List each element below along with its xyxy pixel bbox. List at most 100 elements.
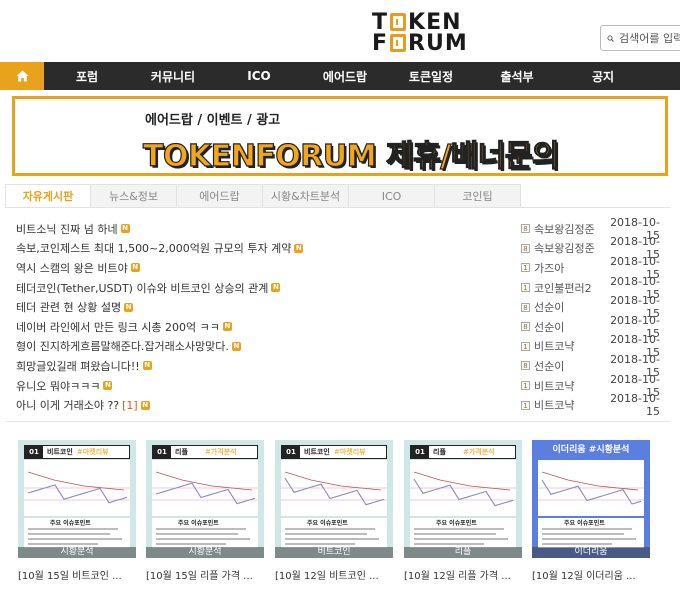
- post-title-wrap[interactable]: 비트소닉 진짜 넘 하네 N: [16, 221, 521, 237]
- post-row[interactable]: 네이버 라인에서 만든 링크 시총 200억 ㅋㅋ N 8 선순이 2018-10-15: [16, 314, 660, 340]
- thumb-caption: 시황분석: [146, 547, 264, 558]
- ad-banner[interactable]: 에어드랍 / 이벤트 / 광고 TOKENFORUM 제휴/배너문의: [12, 96, 668, 176]
- logo-row-1: T KEN: [372, 12, 468, 34]
- thumb-hashtag: #가격분석: [463, 448, 495, 456]
- tokenforum-logo[interactable]: T KEN F RUM: [372, 12, 468, 56]
- post-title[interactable]: 희망글있길래 펴왔습니다!!: [16, 358, 140, 374]
- post-title[interactable]: 유니오 뭐야ㅋㅋㅋ: [16, 378, 100, 394]
- tab-ico[interactable]: ICO: [349, 184, 435, 208]
- post-author[interactable]: 비트코냑: [534, 397, 600, 413]
- post-title[interactable]: 속보,코인제스트 최대 1,500~2,000억원 규모의 투자 계약: [16, 240, 291, 256]
- post-title[interactable]: 테더코인(Tether,USDT) 이슈와 비트코인 상승의 관계: [16, 280, 268, 296]
- nav-item-community[interactable]: 커뮤니티: [130, 62, 216, 90]
- gallery-card[interactable]: 01 비트코인 #마켓리뷰 주요 이슈포인트 비트코인 [10월 12일 비트코인 ...: [275, 440, 393, 582]
- main-nav: 포럼 커뮤니티 ICO 에어드랍 토큰일정 출석부 공지: [0, 62, 680, 90]
- search-box[interactable]: [600, 25, 680, 51]
- new-badge-icon: N: [124, 302, 134, 312]
- post-author[interactable]: 가즈아: [534, 260, 600, 276]
- post-author[interactable]: 속보왕김정준: [534, 221, 600, 237]
- thumb-tag: 비트코인: [304, 448, 330, 456]
- thumb-hashtag: #마켓리뷰: [77, 448, 109, 456]
- gallery-thumbnail[interactable]: 01 비트코인 #마켓리뷰 주요 이슈포인트 비트코인: [275, 440, 393, 558]
- thumb-hashtag: #마켓리뷰: [334, 448, 366, 456]
- gallery-title[interactable]: [10월 15일 리플 가격 ...: [146, 567, 264, 582]
- new-badge-icon: N: [120, 224, 130, 234]
- post-author[interactable]: 비트코냑: [534, 338, 600, 354]
- post-title-wrap[interactable]: 속보,코인제스트 최대 1,500~2,000억원 규모의 투자 계약 N: [16, 240, 521, 256]
- post-title[interactable]: 아니 이게 거래소야 ??: [16, 397, 119, 413]
- post-title[interactable]: 비트소닉 진짜 넘 하네: [16, 221, 118, 237]
- post-title-wrap[interactable]: 유니오 뭐야ㅋㅋㅋ N: [16, 378, 521, 394]
- nav-item-token-schedule[interactable]: 토큰일정: [388, 62, 474, 90]
- gallery-card[interactable]: 01 리플 #가격분석 주요 이슈포인트 리플 [10월 12일 리플 가격 ...: [404, 440, 522, 582]
- post-title-wrap[interactable]: 테더 관련 현 상황 설명 N: [16, 299, 521, 315]
- thumb-hashtag: #가격분석: [205, 448, 237, 456]
- post-author[interactable]: 선순이: [534, 319, 600, 335]
- logo-o-mark-icon: [390, 34, 407, 52]
- post-row[interactable]: 아니 이게 거래소야 ?? [1] N 1 비트코냑 2018-10-15: [16, 392, 660, 419]
- nav-item-notice[interactable]: 공지: [560, 62, 646, 90]
- post-title-wrap[interactable]: 희망글있길래 펴왔습니다!! N: [16, 358, 521, 374]
- thumb-text-line: [542, 528, 632, 530]
- gallery-thumbnail[interactable]: 이더리움 #시황분석 주요 이슈포인트 이더리움: [532, 440, 650, 558]
- post-title-wrap[interactable]: 역시 스캠의 왕은 비트야 N: [16, 260, 521, 276]
- post-row[interactable]: 역시 스캠의 왕은 비트야 N 1 가즈아 2018-10-15: [16, 255, 660, 281]
- thumb-info-panel: 주요 이슈포인트: [281, 518, 387, 548]
- post-title-wrap[interactable]: 테더코인(Tether,USDT) 이슈와 비트코인 상승의 관계 N: [16, 280, 521, 296]
- thumb-text-line: [285, 543, 355, 545]
- post-row[interactable]: 유니오 뭐야ㅋㅋㅋ N 1 비트코냑 2018-10-15: [16, 373, 660, 399]
- nav-item-forum[interactable]: 포럼: [44, 62, 130, 90]
- gallery-thumbnail[interactable]: 01 리플 #가격분석 주요 이슈포인트 시황분석: [146, 440, 264, 558]
- post-author[interactable]: 선순이: [534, 299, 600, 315]
- post-row[interactable]: 테더 관련 현 상황 설명 N 8 선순이 2018-10-15: [16, 294, 660, 320]
- post-author[interactable]: 코인불편러2: [534, 280, 600, 296]
- gallery-card[interactable]: 01 비트코인 #마켓리뷰 주요 이슈포인트 시황분석 [10월 15일 비트코인 ...: [18, 440, 136, 582]
- tab-free-board[interactable]: 자유게시판: [5, 184, 91, 208]
- gallery-title[interactable]: [10월 15일 비트코인 ...: [18, 567, 136, 582]
- post-title-wrap[interactable]: 형이 진지하게흐름말해준다.잡거래소사망맞다. N: [16, 338, 521, 354]
- tab-coin-tips[interactable]: 코인팁: [435, 184, 521, 208]
- search-icon: [607, 35, 614, 42]
- post-author[interactable]: 비트코냑: [534, 378, 600, 394]
- post-title[interactable]: 형이 진지하게흐름말해준다.잡거래소사망맞다.: [16, 338, 229, 354]
- post-author[interactable]: 속보왕김정준: [534, 240, 600, 256]
- user-level-icon: 1: [521, 263, 530, 273]
- user-level-icon: 8: [521, 361, 530, 371]
- nav-item-airdrop[interactable]: 에어드랍: [302, 62, 388, 90]
- post-title[interactable]: 역시 스캠의 왕은 비트야: [16, 260, 128, 276]
- gallery-title[interactable]: [10월 12일 이더리움 ...: [532, 567, 650, 582]
- gallery-thumbnail[interactable]: 01 비트코인 #마켓리뷰 주요 이슈포인트 시황분석: [18, 440, 136, 558]
- logo-row-2: F RUM: [372, 31, 468, 56]
- nav-item-ico[interactable]: ICO: [216, 62, 302, 90]
- site-header: T KEN F RUM: [0, 0, 680, 62]
- post-row[interactable]: 희망글있길래 펴왔습니다!! N 8 선순이 2018-10-15: [16, 353, 660, 379]
- post-title[interactable]: 네이버 라인에서 만든 링크 시총 200억 ㅋㅋ: [16, 319, 220, 335]
- gallery-thumbnail[interactable]: 01 리플 #가격분석 주요 이슈포인트 리플: [404, 440, 522, 558]
- gallery-title[interactable]: [10월 12일 비트코인 ...: [275, 567, 393, 582]
- post-row[interactable]: 비트소닉 진짜 넘 하네 N 8 속보왕김정준 2018-10-15: [16, 216, 660, 242]
- post-title-wrap[interactable]: 네이버 라인에서 만든 링크 시총 200억 ㅋㅋ N: [16, 319, 521, 335]
- post-row[interactable]: 속보,코인제스트 최대 1,500~2,000억원 규모의 투자 계약 N 8 속보왕…: [16, 235, 660, 261]
- post-date: 2018-10-15: [610, 392, 660, 419]
- thumb-info-label: 주요 이슈포인트: [564, 520, 605, 527]
- tab-market-analysis[interactable]: 시황&차트분석: [263, 184, 349, 208]
- gallery-title[interactable]: [10월 12일 리플 가격 ...: [404, 567, 522, 582]
- post-author[interactable]: 선순이: [534, 358, 600, 374]
- post-row[interactable]: 형이 진지하게흐름말해준다.잡거래소사망맞다. N 1 비트코냑 2018-10-15: [16, 333, 660, 359]
- gallery-card[interactable]: 이더리움 #시황분석 주요 이슈포인트 이더리움 [10월 12일 이더리움 ...: [532, 440, 650, 582]
- logo-letter: F: [372, 31, 389, 56]
- thumb-heading-bar: 01 비트코인 #마켓리뷰: [24, 445, 130, 459]
- post-title[interactable]: 테더 관련 현 상황 설명: [16, 299, 121, 315]
- board-tabs: 자유게시판 뉴스&정보 에어드랍 시황&차트분석 ICO 코인팁: [5, 184, 655, 208]
- thumb-text-line: [414, 543, 484, 545]
- nav-item-attendance[interactable]: 출석부: [474, 62, 560, 90]
- tab-airdrop[interactable]: 에어드랍: [177, 184, 263, 208]
- thumb-caption: 비트코인: [275, 547, 393, 558]
- tab-news[interactable]: 뉴스&정보: [91, 184, 177, 208]
- post-title-wrap[interactable]: 아니 이게 거래소야 ?? [1] N: [16, 397, 521, 413]
- gallery-list: 01 비트코인 #마켓리뷰 주요 이슈포인트 시황분석 [10월 15일 비트코인 ...…: [18, 440, 658, 582]
- post-row[interactable]: 테더코인(Tether,USDT) 이슈와 비트코인 상승의 관계 N 1 코인불편러…: [16, 275, 660, 301]
- nav-home-button[interactable]: [0, 62, 44, 90]
- search-input[interactable]: [619, 31, 680, 45]
- gallery-card[interactable]: 01 리플 #가격분석 주요 이슈포인트 시황분석 [10월 15일 리플 가격 ...: [146, 440, 264, 582]
